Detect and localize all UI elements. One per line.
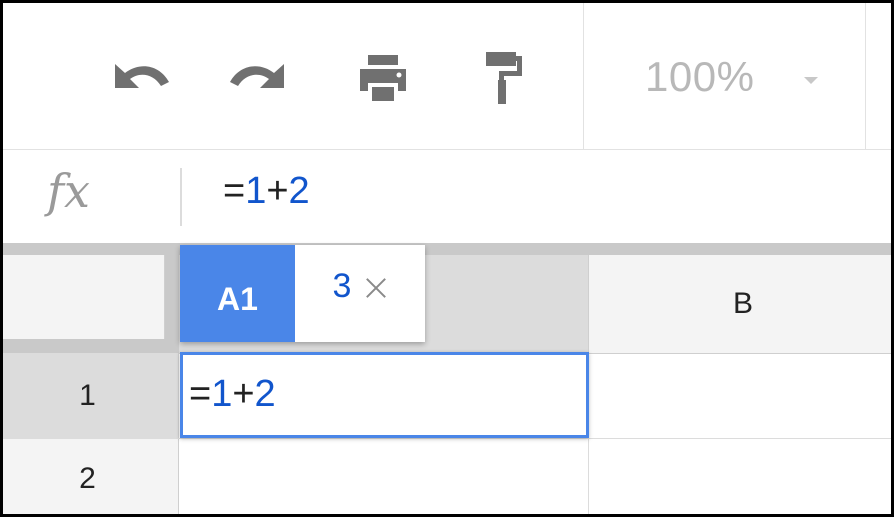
- frozen-row-handle[interactable]: [3, 339, 179, 353]
- column-header-b[interactable]: B: [589, 255, 891, 353]
- tooltip-result-value: 3: [332, 267, 352, 305]
- toolbar-divider: [583, 3, 584, 149]
- zoom-select[interactable]: 100%: [603, 51, 853, 103]
- tooltip-result: 3: [295, 245, 425, 342]
- print-button[interactable]: [343, 43, 423, 113]
- cell-b2[interactable]: [589, 439, 891, 514]
- toolbar-divider: [865, 3, 866, 149]
- cell-formula-operand: 2: [254, 373, 276, 415]
- cell-formula-operator: +: [232, 373, 255, 415]
- tooltip-cell-reference: A1: [180, 245, 295, 342]
- formula-input[interactable]: =1+2: [223, 172, 310, 210]
- print-icon: [360, 55, 406, 101]
- row-header-1[interactable]: 1: [3, 353, 179, 438]
- frozen-divider[interactable]: [3, 243, 891, 255]
- undo-icon: [115, 64, 169, 88]
- formula-bar: fx =1+2: [3, 150, 891, 243]
- chevron-down-icon: [804, 76, 819, 84]
- cell-formula-equals: =: [189, 373, 212, 415]
- toolbar: 100%: [3, 3, 891, 150]
- spreadsheet-window: 100% fx =1+2 B 1 2 =1+2 A1 3: [0, 0, 894, 517]
- column-header-row: B: [3, 255, 891, 354]
- formula-operator: +: [266, 170, 289, 212]
- cell-a2[interactable]: [179, 439, 589, 514]
- fx-icon: fx: [47, 164, 90, 218]
- formula-operand: 2: [288, 170, 310, 212]
- close-icon[interactable]: [365, 276, 387, 298]
- cell-formula-operand: 1: [211, 373, 233, 415]
- active-cell-editor[interactable]: =1+2: [180, 352, 589, 438]
- row-header-2[interactable]: 2: [3, 439, 179, 514]
- table-row: 2: [3, 439, 891, 514]
- formula-equals: =: [223, 170, 246, 212]
- formula-operand: 1: [245, 170, 267, 212]
- paint-format-button[interactable]: [464, 43, 544, 113]
- paint-format-icon: [486, 52, 522, 104]
- cell-b1[interactable]: [589, 353, 891, 438]
- redo-icon: [230, 64, 284, 88]
- zoom-value: 100%: [645, 53, 755, 100]
- formula-result-tooltip: A1 3: [180, 245, 425, 342]
- undo-button[interactable]: [98, 43, 178, 113]
- redo-button[interactable]: [221, 43, 301, 113]
- formula-bar-divider: [180, 168, 182, 226]
